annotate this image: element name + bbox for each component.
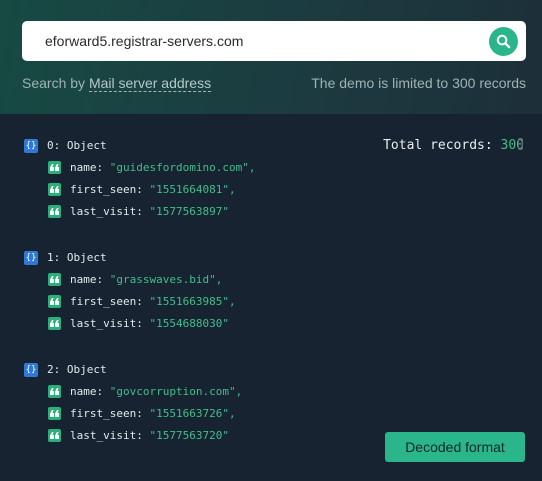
field-value: "govcorruption.com", [109, 385, 243, 398]
field-key: name: [70, 385, 104, 398]
field-value: "grasswaves.bid", [109, 273, 223, 286]
field-key: first_seen: [70, 183, 143, 196]
search-button[interactable] [489, 27, 518, 56]
field-value: "1551664081", [149, 183, 236, 196]
search-header: Search by Mail server address The demo i… [0, 0, 542, 114]
total-records: Total records: 300 [383, 138, 524, 153]
quote-icon [48, 295, 61, 308]
field-value: "1577563897" [149, 205, 229, 218]
quote-icon [48, 385, 61, 398]
field-key: first_seen: [70, 407, 143, 420]
field-key: first_seen: [70, 295, 143, 308]
braces-icon: {} [24, 139, 38, 153]
braces-icon: {} [24, 251, 38, 265]
search-icon [496, 34, 511, 49]
search-field-selector[interactable]: Mail server address [88, 75, 212, 92]
quote-icon [48, 429, 61, 442]
field-value: "1577563720" [149, 429, 229, 442]
search-box [22, 21, 526, 61]
quote-icon [48, 317, 61, 330]
field-key: last_visit: [70, 429, 143, 442]
search-hint: Search by Mail server address [22, 75, 212, 92]
quote-icon [48, 205, 61, 218]
record-label: 1: Object [47, 251, 107, 264]
quote-icon [48, 183, 61, 196]
field-value: "1551663985", [149, 295, 236, 308]
page: Search by Mail server address The demo i… [0, 0, 542, 481]
field-key: name: [70, 273, 104, 286]
field-value: "1554688030" [149, 317, 229, 330]
search-input[interactable] [22, 21, 482, 61]
results-panel: Total records: 300 {} 0: Object name: "g… [0, 114, 542, 481]
field-key: last_visit: [70, 317, 143, 330]
field-key: name: [70, 161, 104, 174]
record-label: 2: Object [47, 363, 107, 376]
braces-icon: {} [24, 363, 38, 377]
decoded-format-button[interactable]: Decoded format [385, 432, 525, 462]
quote-icon [48, 273, 61, 286]
quote-icon [48, 407, 61, 420]
search-hint-prefix: Search by [22, 75, 86, 91]
quote-icon [48, 161, 61, 174]
field-value: "guidesfordomino.com", [109, 161, 256, 174]
field-value: "1551663726", [149, 407, 236, 420]
total-records-label: Total records: [383, 138, 493, 153]
limit-note: The demo is limited to 300 records [311, 75, 526, 91]
record-label: 0: Object [47, 139, 107, 152]
scrollbar-thumb[interactable] [518, 138, 523, 150]
field-key: last_visit: [70, 205, 143, 218]
